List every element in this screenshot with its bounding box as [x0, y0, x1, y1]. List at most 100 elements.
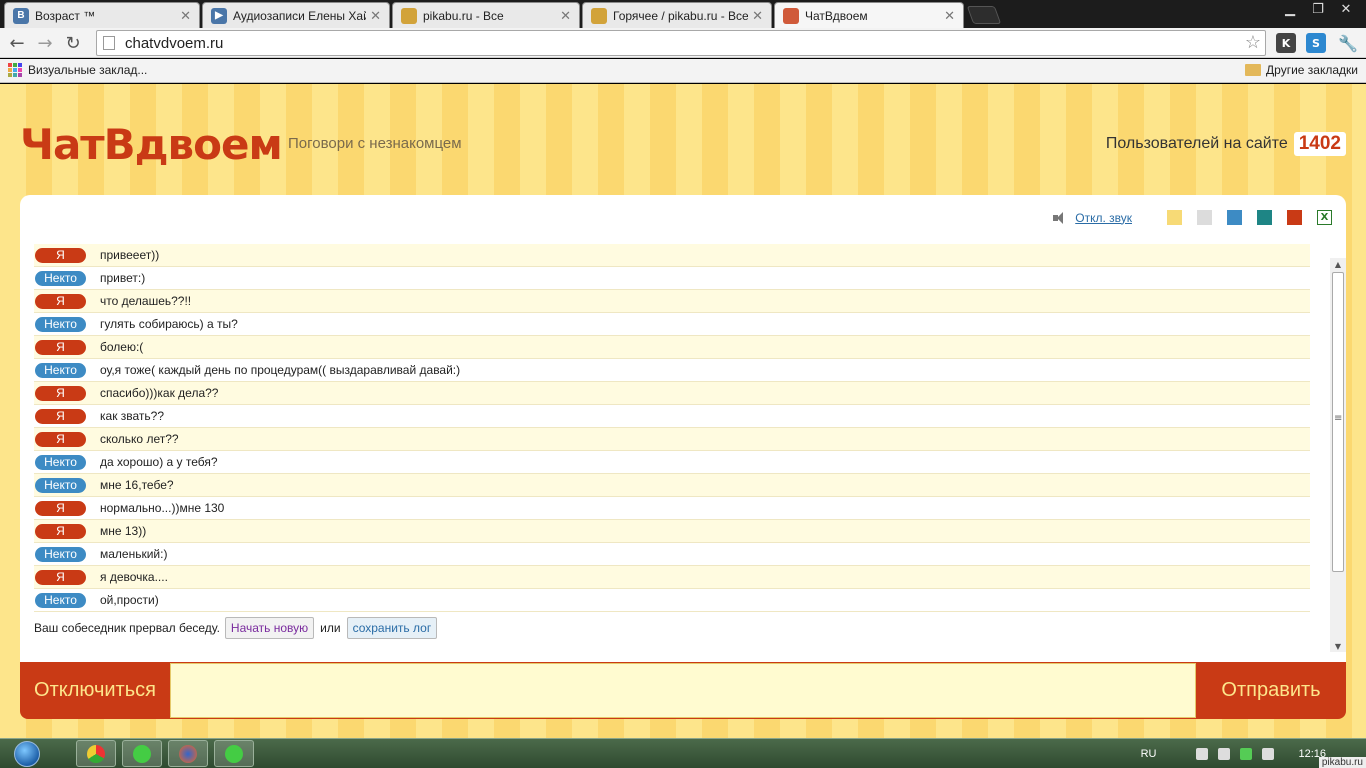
bookmark-star-icon[interactable]: ☆ — [1245, 32, 1261, 53]
message-row: Якак звать?? — [34, 405, 1310, 428]
me-badge: Я — [35, 339, 86, 355]
message-text: болею:( — [100, 340, 144, 354]
icq-icon — [133, 744, 151, 763]
windows-orb-icon — [14, 741, 40, 767]
stranger-badge: Некто — [35, 270, 86, 286]
extension-k-icon[interactable]: K — [1276, 33, 1296, 53]
message-text: спасибо)))как дела?? — [100, 386, 219, 400]
message-text: нормально...))мне 130 — [100, 501, 225, 515]
stranger-badge: Некто — [35, 477, 86, 493]
page-icon — [103, 36, 115, 50]
icq-tray-icon[interactable] — [1240, 748, 1253, 760]
browser-tab-label: Горячее / pikabu.ru - Все — [613, 8, 749, 23]
reload-icon[interactable]: ↻ — [62, 32, 84, 54]
theme-swatch[interactable] — [1197, 210, 1212, 225]
chrome-icon — [87, 744, 105, 763]
play-icon: ▶ — [211, 7, 227, 24]
address-text: chatvdvoem.ru — [125, 34, 224, 52]
message-row: Некто ой,прости) — [34, 589, 1310, 612]
message-row: Яспасибо)))как дела?? — [34, 382, 1310, 405]
taskbar-icq-1[interactable] — [122, 740, 162, 767]
browser-tab[interactable]: pikabu.ru - Все ✕ — [392, 2, 580, 28]
browser-tab-label: Аудиозаписи Елены Хайб — [233, 8, 367, 23]
chat-icon — [783, 7, 799, 24]
other-bookmarks[interactable]: Другие закладки — [1245, 63, 1358, 77]
firefox-icon — [179, 744, 197, 763]
message-text: я девочка.... — [100, 570, 168, 584]
wrench-icon[interactable]: 🔧 — [1338, 33, 1358, 53]
me-badge: Я — [35, 247, 86, 263]
theme-swatch[interactable] — [1227, 210, 1242, 225]
browser-tab-label: pikabu.ru - Все — [423, 8, 504, 23]
folder-icon — [1245, 64, 1262, 76]
icq-icon — [225, 744, 243, 763]
save-log-button[interactable]: сохранить лог — [346, 617, 438, 639]
taskbar-chrome[interactable] — [76, 740, 116, 767]
message-text: оу,я тоже( каждый день по процедурам(( в… — [100, 363, 461, 377]
chat-options: Откл. звук X — [1053, 210, 1332, 225]
bookmark-visual[interactable]: Визуальные заклад... — [8, 63, 147, 77]
message-row: Ясколько лет?? — [34, 428, 1310, 451]
me-badge: Я — [35, 293, 86, 309]
message-row: Некто оу,я тоже( каждый день по процедура… — [34, 359, 1310, 382]
stranger-badge: Некто — [35, 454, 86, 470]
volume-icon[interactable] — [1196, 748, 1209, 760]
theme-swatch[interactable] — [1257, 210, 1272, 225]
scroll-up-icon[interactable]: ▲ — [1330, 258, 1346, 270]
network-icon[interactable] — [1218, 748, 1231, 760]
new-tab-button[interactable] — [966, 6, 1002, 24]
back-icon[interactable]: ← — [6, 32, 28, 54]
message-text: мне 13)) — [100, 524, 147, 538]
extension-skype-icon[interactable]: S — [1306, 33, 1326, 53]
message-input[interactable] — [170, 663, 1196, 718]
tab-close-icon[interactable]: ✕ — [560, 8, 571, 24]
address-bar[interactable]: chatvdvoem.ru ☆ — [96, 30, 1266, 56]
tab-close-icon[interactable]: ✕ — [944, 8, 955, 24]
chat-scrollbar[interactable]: ▲ ▼ — [1330, 258, 1346, 652]
tab-close-icon[interactable]: ✕ — [370, 8, 381, 24]
bookmark-visual-label: Визуальные заклад... — [28, 63, 148, 77]
message-row: Некто маленький:) — [34, 543, 1310, 566]
watermark: pikabu.ru — [1318, 757, 1366, 768]
browser-tab[interactable]: ▶ Аудиозаписи Елены Хайб ✕ — [202, 2, 390, 28]
me-badge: Я — [35, 523, 86, 539]
me-badge: Я — [35, 385, 86, 401]
disconnect-button[interactable]: Отключиться — [20, 662, 170, 719]
windows-taskbar: RU 12:16 pikabu.ru — [0, 738, 1366, 768]
bookmarks-bar: Визуальные заклад... Другие закладки — [0, 59, 1366, 83]
tab-close-icon[interactable]: ✕ — [752, 8, 763, 24]
scroll-down-icon[interactable]: ▼ — [1330, 640, 1346, 652]
send-button[interactable]: Отправить — [1196, 662, 1346, 719]
tray-app-icon[interactable] — [1262, 748, 1275, 760]
message-row: Некто привет:) — [34, 267, 1310, 290]
speaker-mute-icon — [1053, 211, 1069, 224]
start-new-button[interactable]: Начать новую — [224, 617, 315, 639]
taskbar-firefox[interactable] — [168, 740, 208, 767]
theme-swatch[interactable] — [1167, 210, 1182, 225]
browser-tab-bar: B Возраст ™ ✕ ▶ Аудиозаписи Елены Хайб ✕ pikab… — [0, 0, 1366, 28]
page: ЧатВдвоем Поговори с незнакомцем Пользов… — [0, 84, 1366, 738]
browser-tab[interactable]: B Возраст ™ ✕ — [4, 2, 200, 28]
maximize-icon[interactable]: ❐ — [1304, 0, 1332, 18]
scroll-thumb[interactable] — [1332, 272, 1344, 572]
browser-tab[interactable]: Горячее / pikabu.ru - Все ✕ — [582, 2, 772, 28]
excel-export-icon[interactable]: X — [1317, 210, 1332, 225]
language-indicator[interactable]: RU — [1141, 748, 1157, 760]
mute-sound-link[interactable]: Откл. звук — [1075, 211, 1132, 225]
message-row: Ячто делашеь??!! — [34, 290, 1310, 313]
other-bookmarks-label: Другие закладки — [1266, 63, 1358, 77]
taskbar-icq-2[interactable] — [214, 740, 254, 767]
browser-tab[interactable]: ЧатВдвоем ✕ — [774, 2, 964, 28]
start-button[interactable] — [8, 739, 46, 768]
stranger-badge: Некто — [35, 362, 86, 378]
close-window-icon[interactable]: ✕ — [1332, 0, 1360, 18]
message-text: гулять собираюсь) а ты? — [100, 317, 238, 331]
forward-icon[interactable]: → — [34, 32, 56, 54]
pikabu-icon — [401, 7, 417, 24]
minimize-icon[interactable]: ▁ — [1276, 0, 1304, 18]
tab-close-icon[interactable]: ✕ — [180, 8, 191, 24]
site-tagline: Поговори с незнакомцем — [288, 135, 462, 152]
theme-swatch[interactable] — [1287, 210, 1302, 225]
message-text: что делашеь??!! — [100, 294, 192, 308]
site-logo[interactable]: ЧатВдвоем — [20, 120, 283, 169]
